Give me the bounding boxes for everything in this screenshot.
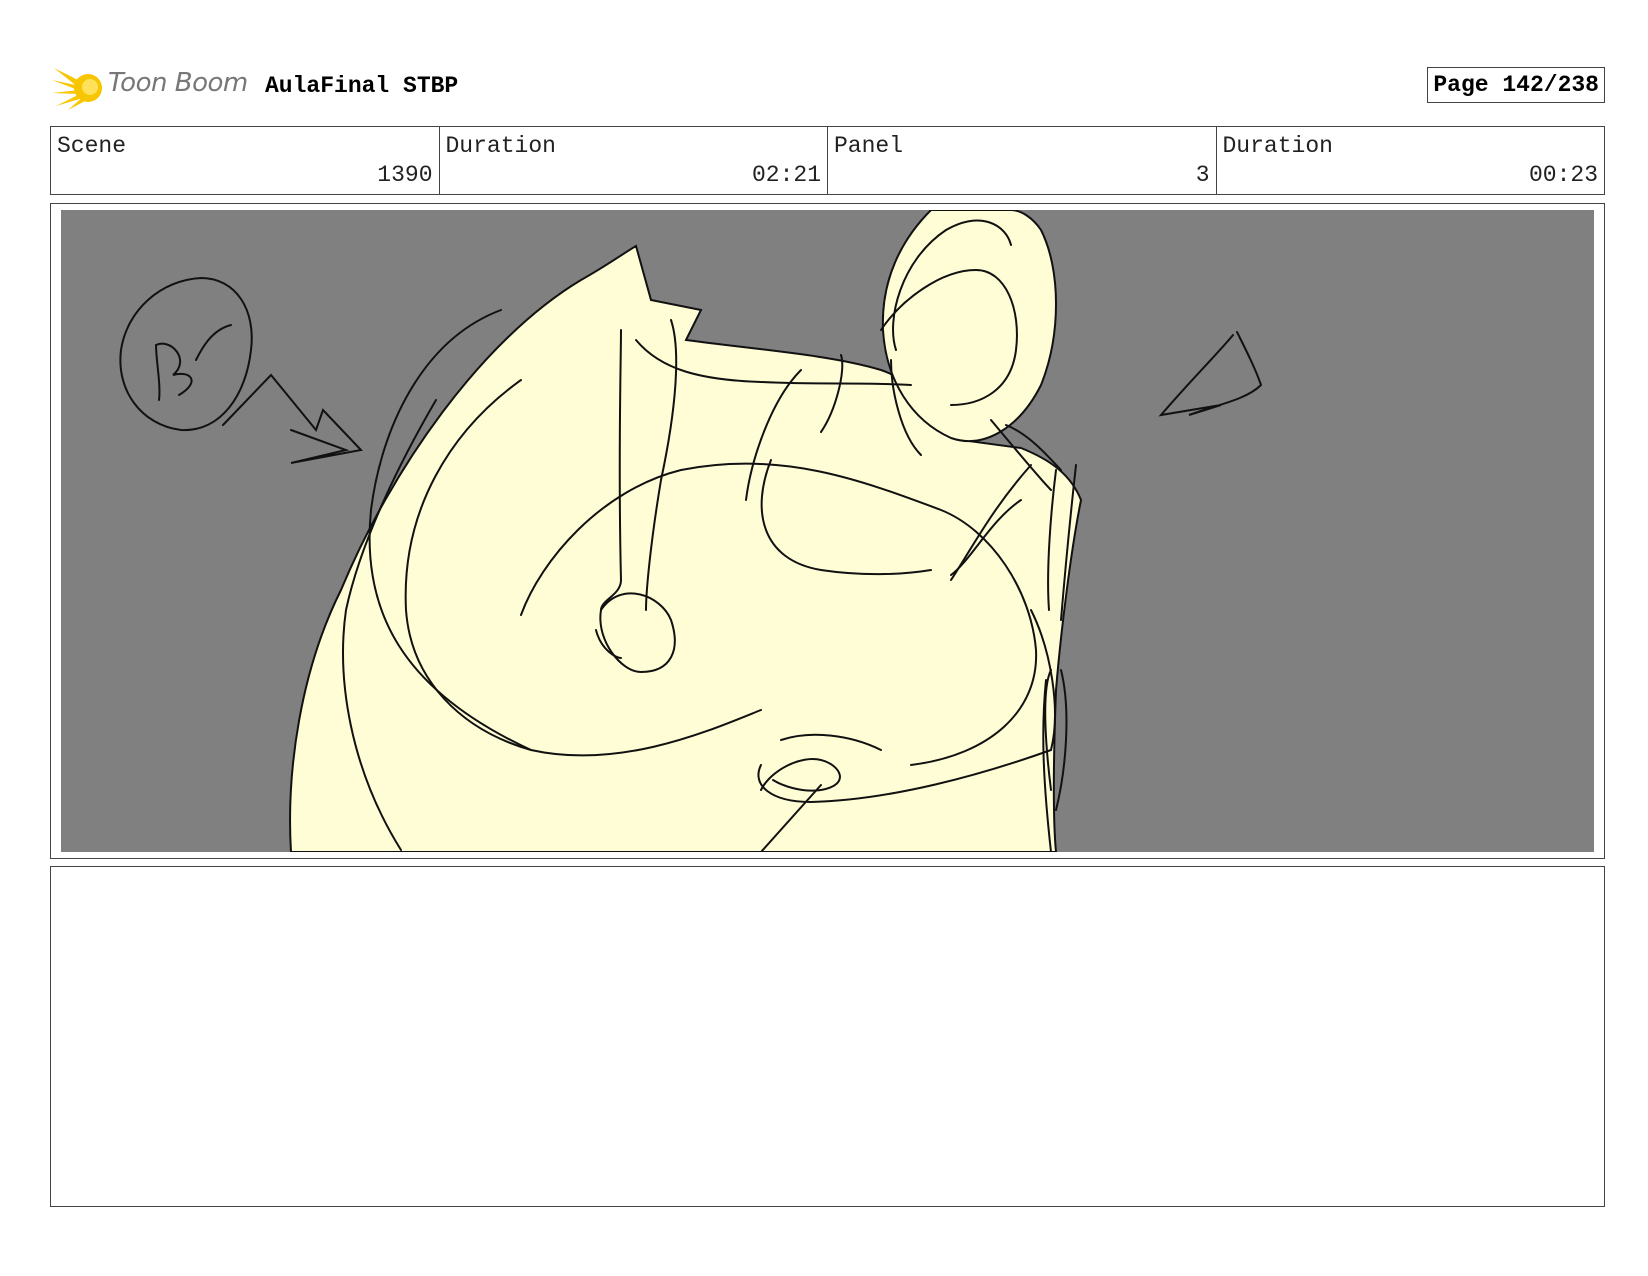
scene-value: 1390 — [377, 162, 433, 188]
scene-duration-value: 02:21 — [751, 162, 821, 188]
scene-info-row: Scene 1390 Duration 02:21 Panel 3 Durati… — [50, 126, 1605, 195]
panel-label: Panel — [834, 133, 904, 159]
project-title: AulaFinal STBP — [265, 73, 459, 99]
panel-cell: Panel 3 — [828, 127, 1217, 194]
page-indicator: Page 142/238 — [1427, 67, 1605, 103]
panel-value: 3 — [1195, 162, 1210, 188]
scene-label: Scene — [57, 133, 127, 159]
toon-boom-logo-icon — [52, 68, 102, 110]
scene-cell: Scene 1390 — [51, 127, 440, 194]
scene-duration-cell: Duration 02:21 — [440, 127, 828, 194]
panel-duration-value: 00:23 — [1528, 162, 1598, 188]
storyboard-sketch — [61, 210, 1594, 852]
storyboard-panel-frame — [50, 203, 1605, 859]
page-header: Toon Boom AulaFinal STBP Page 142/238 — [50, 58, 1605, 112]
panel-duration-label: Duration — [1222, 133, 1333, 159]
logo-text: Toon Boom — [108, 68, 248, 98]
scene-duration-label: Duration — [445, 133, 556, 159]
panel-notes-box — [50, 866, 1605, 1207]
panel-duration-cell: Duration 00:23 — [1217, 127, 1605, 194]
